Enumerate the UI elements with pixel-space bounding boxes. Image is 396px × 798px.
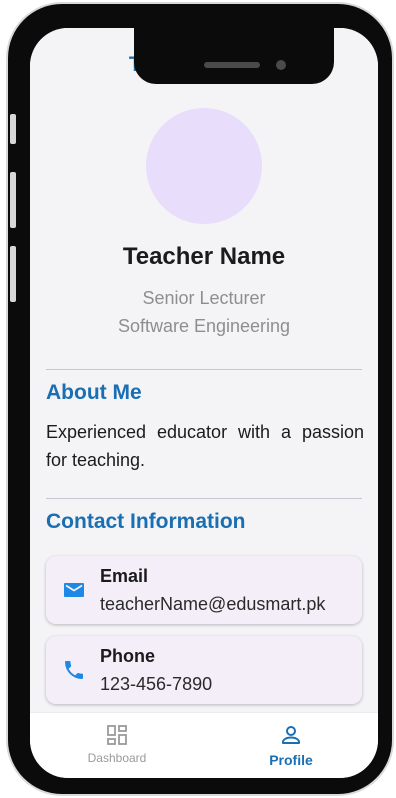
- nav-label-dashboard: Dashboard: [87, 751, 147, 765]
- notch: [134, 28, 334, 84]
- phone-screen: Teacher Profile Teacher Name Senior Lect…: [30, 28, 378, 778]
- nav-item-profile[interactable]: Profile: [204, 713, 378, 778]
- contact-heading: Contact Information: [46, 510, 246, 533]
- email-value[interactable]: teacherName@edusmart.pk: [100, 594, 325, 615]
- mute-switch: [10, 114, 16, 144]
- divider: [46, 498, 362, 499]
- volume-down-button: [10, 246, 16, 302]
- nav-label-profile: Profile: [269, 752, 313, 768]
- phone-icon: [62, 658, 86, 682]
- dashboard-icon: [105, 723, 129, 747]
- front-camera: [276, 60, 286, 70]
- phone-card[interactable]: Phone 123-456-7890: [46, 636, 362, 704]
- about-heading: About Me: [46, 381, 142, 404]
- email-label: Email: [100, 566, 149, 586]
- divider: [46, 369, 362, 370]
- avatar: [146, 108, 262, 224]
- mail-icon: [62, 578, 86, 602]
- phone-label: Phone: [100, 646, 156, 666]
- phone-value[interactable]: 123-456-7890: [100, 674, 212, 695]
- volume-up-button: [10, 172, 16, 228]
- teacher-name: Teacher Name: [122, 243, 286, 270]
- nav-item-dashboard[interactable]: Dashboard: [30, 713, 204, 778]
- teacher-designation: Senior Lecturer: [142, 288, 266, 308]
- teacher-department: Software Engineering: [117, 316, 291, 336]
- about-text: Experienced educator with a passion for …: [46, 422, 364, 470]
- email-card[interactable]: Email teacherName@edusmart.pk: [46, 556, 362, 624]
- bottom-navigation: Dashboard Profile: [30, 712, 378, 778]
- speaker-grille: [204, 62, 260, 68]
- person-icon: [279, 723, 303, 747]
